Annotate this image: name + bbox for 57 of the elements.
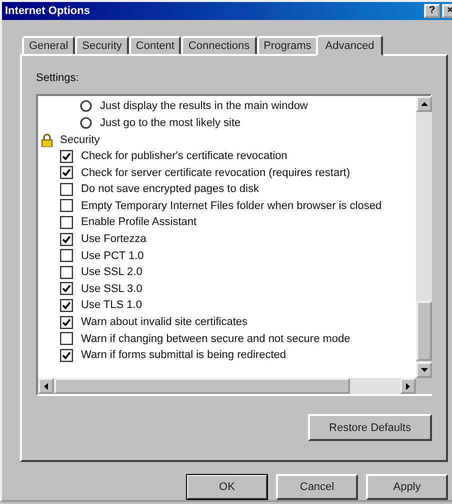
setting-label: Check for publisher's certificate revocation: [81, 150, 288, 162]
checkbox[interactable]: [60, 249, 73, 262]
checkbox[interactable]: [60, 166, 73, 180]
setting-label: Use PCT 1.0: [81, 250, 144, 262]
scrollbar-corner: [416, 378, 432, 394]
checkbox[interactable]: [60, 298, 73, 312]
checkbox[interactable]: [60, 232, 73, 246]
setting-label: Just go to the most likely site: [100, 116, 241, 129]
tab[interactable]: Programs: [256, 36, 318, 54]
right-arrow-icon: [406, 382, 410, 390]
dialog-button[interactable]: OK: [186, 474, 268, 500]
checkbox[interactable]: [60, 282, 73, 296]
radio-button[interactable]: [80, 116, 92, 129]
tab[interactable]: Content: [128, 36, 182, 54]
checkbox[interactable]: [60, 182, 73, 196]
up-arrow-icon: [420, 102, 428, 106]
dialog-button[interactable]: Apply: [366, 474, 448, 500]
checkbox[interactable]: [60, 348, 73, 362]
checkbox[interactable]: [60, 216, 73, 229]
setting-label: Warn if forms submittal is being redirected: [81, 349, 286, 362]
checkbox[interactable]: [60, 316, 73, 329]
tab[interactable]: General: [22, 36, 76, 54]
checkbox[interactable]: [60, 266, 73, 279]
help-button[interactable]: ?: [424, 4, 440, 18]
setting-label: Empty Temporary Internet Files folder when browser is closed: [81, 200, 382, 212]
setting-label: Just display the results in the main window: [100, 100, 308, 112]
radio-button[interactable]: [80, 100, 92, 112]
lock-icon: [40, 132, 54, 146]
scroll-right-button[interactable]: [400, 378, 416, 394]
dialog-button[interactable]: Cancel: [276, 474, 358, 500]
down-arrow-icon: [420, 368, 428, 372]
setting-label: Warn about invalid site certificates: [81, 316, 248, 328]
scroll-thumb[interactable]: [416, 301, 432, 362]
tab[interactable]: Connections: [181, 36, 257, 54]
scroll-thumb[interactable]: [54, 378, 350, 394]
scroll-up-button[interactable]: [416, 96, 432, 112]
restore-defaults-button[interactable]: Restore Defaults: [308, 414, 432, 442]
setting-label: Do not save encrypted pages to disk: [81, 183, 259, 196]
tab[interactable]: Advanced: [316, 35, 384, 56]
setting-label: Check for server certificate revocation (requires restart): [81, 166, 350, 179]
setting-label: Use TLS 1.0: [81, 299, 142, 312]
setting-label: Use Fortezza: [81, 233, 146, 246]
setting-label: Use SSL 2.0: [81, 266, 142, 278]
tab[interactable]: Security: [75, 36, 129, 54]
left-arrow-icon: [44, 382, 48, 390]
setting-label: Warn if changing between secure and not secure mode: [81, 332, 350, 345]
setting-label: Enable Profile Assistant: [81, 216, 197, 228]
setting-label: Security: [60, 134, 100, 146]
checkbox[interactable]: [60, 332, 73, 346]
window-title: Internet Options: [5, 4, 91, 17]
settings-list[interactable]: [36, 94, 432, 396]
scroll-down-button[interactable]: [416, 362, 432, 378]
checkbox[interactable]: [60, 150, 73, 163]
settings-label: Settings:: [36, 72, 79, 84]
scroll-left-button[interactable]: [38, 378, 54, 394]
setting-label: Use SSL 3.0: [81, 282, 142, 295]
checkbox[interactable]: [60, 199, 73, 212]
